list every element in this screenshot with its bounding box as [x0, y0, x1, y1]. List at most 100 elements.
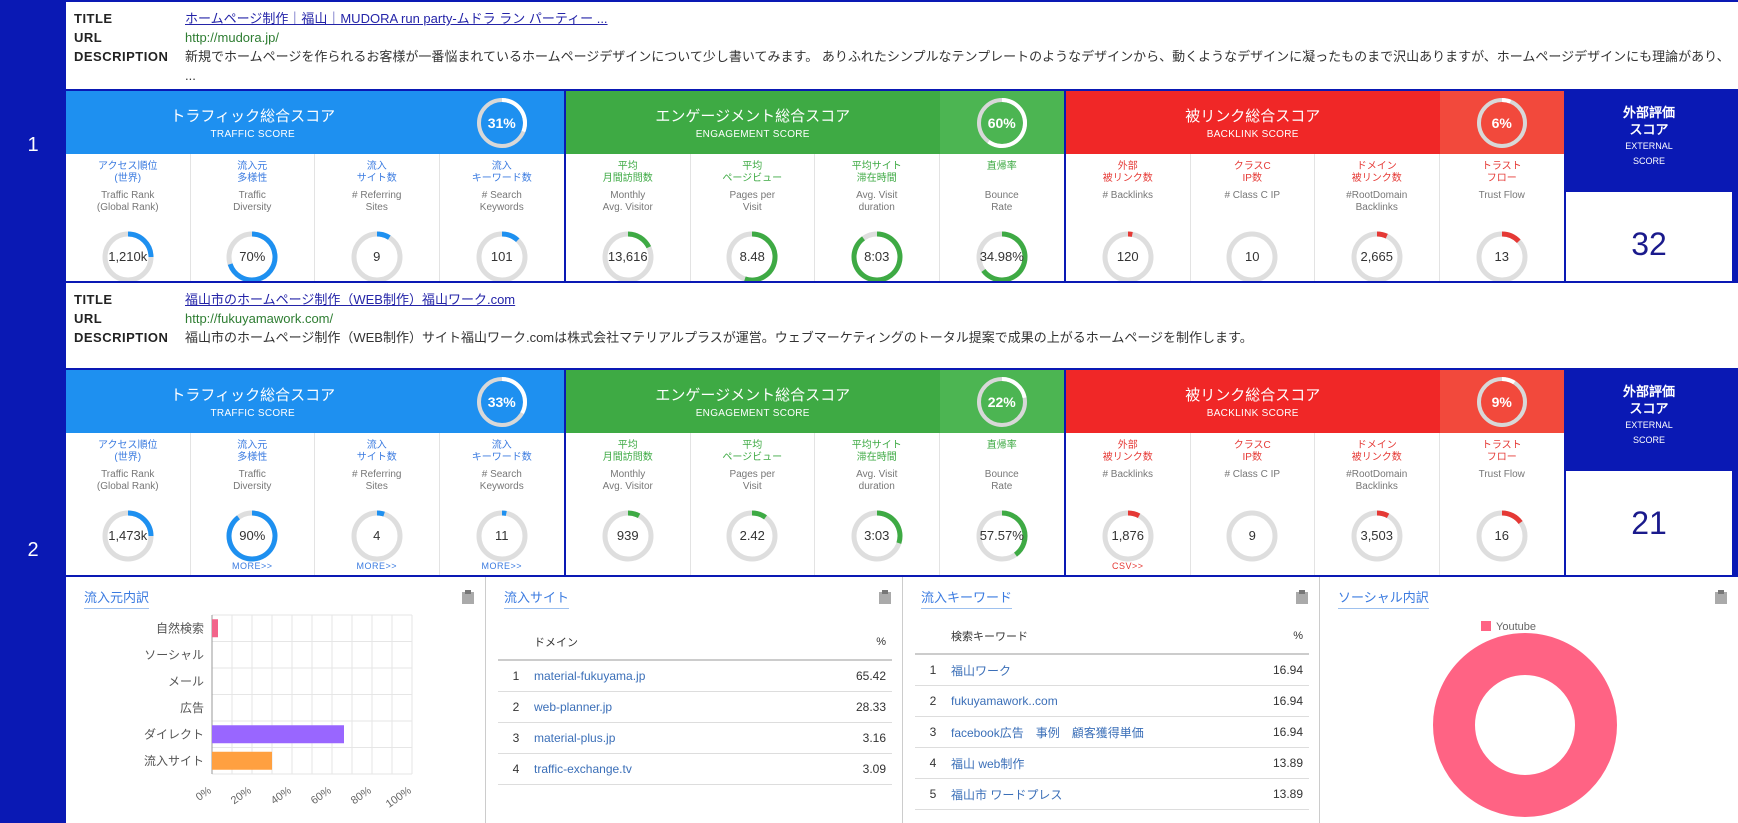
row-number: 1 — [512, 669, 520, 683]
metric-donut: 70% — [224, 229, 280, 285]
metric-en-label: # Search — [481, 190, 522, 201]
metric-en-label: Avg. Visit — [856, 469, 898, 480]
row-link[interactable]: web-planner.jp — [534, 700, 822, 714]
metric-jp-label: クラスC — [1233, 440, 1271, 451]
metric-jp-label: フロー — [1486, 173, 1517, 184]
metric-donut: 9 — [349, 229, 405, 285]
row-link[interactable]: fukuyamawork..com — [951, 694, 1239, 708]
metric-jp-label: アクセス順位 — [98, 440, 158, 451]
metric-jp-label: 被リンク数 — [1102, 173, 1153, 184]
engagement-score-group: エンゲージメント総合スコア ENGAGEMENT SCORE 22% 平均 月間訪問数 M… — [566, 370, 1066, 575]
metric-donut: 8.48 — [724, 229, 780, 285]
clipboard-icon[interactable] — [1295, 589, 1309, 605]
table-row: 3 facebook広告 事例 顧客獲得単価 16.94 — [915, 717, 1309, 748]
metric-jp-label: アクセス順位 — [98, 161, 158, 172]
site-url[interactable]: http://fukuyamawork.com/ — [185, 309, 333, 328]
metric-value: 13,616 — [607, 249, 648, 264]
site-title-link[interactable]: ホームページ制作｜福山｜MUDORA run party-ムドラ ラン パーティ… — [185, 11, 608, 26]
metric-jp-label: 直帰率 — [986, 440, 1017, 451]
metric-value: 1,473k — [108, 528, 148, 543]
metric-en-label: Visit — [742, 202, 762, 213]
external-score-title: スコア — [1629, 401, 1669, 416]
row-link[interactable]: 福山市 ワードプレス — [951, 786, 1239, 803]
metric-value: 2,665 — [1360, 249, 1394, 264]
more-link[interactable]: MORE>> — [440, 561, 565, 571]
metric-en-label: Traffic — [238, 469, 266, 480]
metric-jp-label: サイト数 — [356, 452, 397, 463]
metric-en-label: Traffic Rank — [101, 469, 155, 480]
metric-cell: 流入元多様性TrafficDiversity70%MORE>> — [191, 154, 315, 296]
metric-cell: 平均 ページビュー Pages per Visit 2.42 — [691, 433, 815, 575]
metric-cell: 流入 キーワード数 # Search Keywords 11 MORE>> — [440, 433, 565, 575]
metric-donut: 9 — [1224, 508, 1280, 564]
metric-cell: 直帰率 Bounce Rate 34.98% — [940, 154, 1065, 296]
table-row: 4 traffic-exchange.tv 3.09 — [498, 754, 892, 785]
metric-jp-label: 被リンク数 — [1102, 452, 1153, 463]
site-info: TITLE ホームページ制作｜福山｜MUDORA run party-ムドラ ラン… — [66, 2, 1738, 89]
title-label: TITLE — [74, 11, 113, 26]
site-rank: 1 — [27, 134, 39, 156]
site-url[interactable]: http://mudora.jp/ — [185, 28, 279, 47]
backlink-score-ring: 9% — [1475, 375, 1529, 429]
row-link[interactable]: 福山 web制作 — [951, 755, 1239, 772]
metric-en-label: Diversity — [233, 481, 272, 492]
metric-en-label: Keywords — [479, 202, 524, 213]
metric-value: 101 — [490, 249, 513, 264]
csv-link[interactable]: CSV>> — [1066, 561, 1190, 571]
group-score-value: 9% — [1491, 393, 1512, 410]
row-link[interactable]: material-fukuyama.jp — [534, 669, 822, 683]
row-link[interactable]: 福山ワーク — [951, 662, 1239, 679]
site-title-link[interactable]: 福山市のホームページ制作（WEB制作）福山ワーク.com — [185, 292, 515, 307]
title-label: TITLE — [74, 292, 113, 307]
row-number: 3 — [929, 725, 937, 739]
metric-donut: 13 — [1474, 229, 1530, 285]
row-percent: 16.94 — [1272, 725, 1303, 739]
engagement-score-ring: 60% — [975, 96, 1029, 150]
category-label: メール — [168, 674, 204, 688]
traffic-score-group: トラフィック総合スコア TRAFFIC SCORE 31% アクセス順位 (世界) Tra… — [66, 91, 566, 296]
metric-jp-label: 月間訪問数 — [602, 452, 653, 463]
metric-cell: 外部被リンク数# Backlinks120CSV>> — [1066, 154, 1191, 296]
metric-value: 8.48 — [739, 249, 765, 264]
more-link[interactable]: MORE>> — [191, 561, 315, 571]
metric-value: 120 — [1116, 249, 1139, 264]
metric-en-label: Bounce — [984, 190, 1019, 201]
tick-label: 100% — [384, 785, 414, 811]
legend-swatch — [1481, 621, 1491, 631]
metric-jp-label: IP数 — [1242, 452, 1262, 463]
metric-jp-label: 平均サイト — [851, 440, 902, 451]
metric-value: 1,876 — [1111, 528, 1145, 543]
engagement-score-group: エンゲージメント総合スコア ENGAGEMENT SCORE 60% 平均 月間訪問数 M… — [566, 91, 1066, 296]
row-link[interactable]: material-plus.jp — [534, 731, 822, 745]
metric-cell: ドメイン 被リンク数 #RootDomain Backlinks 2,665 — [1315, 154, 1440, 296]
site-description: 福山市のホームページ制作（WEB制作）サイト福山ワーク.comは株式会社マテリア… — [185, 330, 1253, 345]
group-title: エンゲージメント総合スコア — [655, 387, 851, 404]
external-score-title: 外部評価 — [1622, 384, 1675, 399]
metric-en-label: #RootDomain — [1346, 469, 1408, 480]
keywords-table: 検索キーワード% 1 福山ワーク 16.94 2 fukuyamawork..com 16.… — [915, 619, 1309, 810]
category-label: 流入サイト — [144, 754, 204, 768]
bar — [212, 725, 344, 744]
row-link[interactable]: traffic-exchange.tv — [534, 762, 822, 776]
metric-en-label: Bounce — [984, 469, 1019, 480]
metric-value: 3:03 — [864, 528, 890, 543]
category-label: 自然検索 — [156, 620, 204, 635]
metric-cell: 流入キーワード数# SearchKeywords101MORE>> — [440, 154, 565, 296]
more-link[interactable]: MORE>> — [315, 561, 439, 571]
metric-en-label: Sites — [365, 481, 388, 492]
site-block: 1 TITLE ホームページ制作｜福山｜MUDORA run party-ムドラ ラ… — [0, 0, 1738, 296]
group-subtitle: TRAFFIC SCORE — [210, 408, 295, 419]
metric-en-label: Traffic — [238, 190, 266, 201]
table-row: 1 material-fukuyama.jp 65.42 — [498, 661, 892, 692]
keywords-title[interactable]: 流入キーワード — [921, 587, 1013, 609]
metric-value: 939 — [616, 528, 639, 543]
backlink-score-title: 被リンク総合スコア BACKLINK SCORE — [1066, 91, 1440, 154]
metric-donut: 4 — [349, 508, 405, 564]
clipboard-icon[interactable] — [878, 589, 892, 605]
external-score-subtitle: SCORE — [1632, 435, 1665, 445]
metric-cell: アクセス順位 (世界) Traffic Rank (Global Rank) 1,210… — [66, 154, 191, 296]
referring-sites-title[interactable]: 流入サイト — [504, 587, 570, 609]
donut-slice — [1433, 633, 1617, 817]
row-link[interactable]: facebook広告 事例 顧客獲得単価 — [951, 724, 1239, 741]
bar — [212, 751, 272, 770]
